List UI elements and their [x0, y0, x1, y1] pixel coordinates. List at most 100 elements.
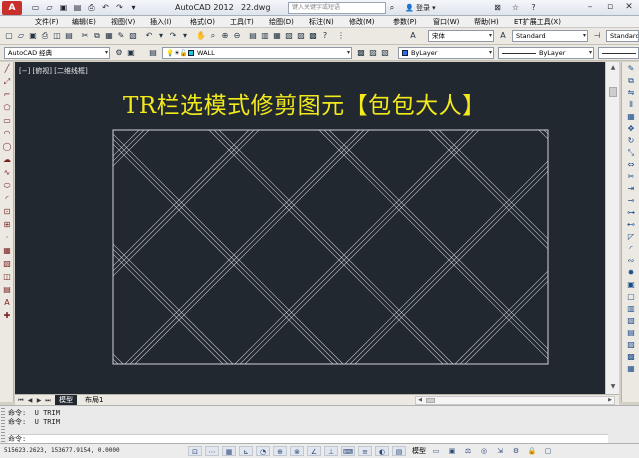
polyline-icon[interactable]: ⌐: [1, 89, 13, 100]
text-style-icon[interactable]: A: [408, 31, 418, 41]
search-input[interactable]: 键入关键字或短语: [288, 2, 386, 14]
erase-icon[interactable]: ✎: [624, 63, 638, 74]
horizontal-scroll-thumb[interactable]: [426, 398, 435, 403]
scroll-down-icon[interactable]: ▼: [608, 382, 618, 392]
menu-dimension[interactable]: 标注(N): [309, 17, 334, 27]
stretch-icon[interactable]: ⇔: [624, 159, 638, 170]
toolbar-lock-icon[interactable]: 🔒: [526, 446, 538, 456]
make-block-icon[interactable]: ⊞: [1, 219, 13, 230]
menu-help[interactable]: 帮助(H): [474, 17, 499, 27]
menu-modify[interactable]: 修改(M): [349, 17, 375, 27]
draw-order-icon[interactable]: ▤: [624, 327, 638, 338]
properties-small-icon[interactable]: ▩: [624, 351, 638, 362]
qat-dropdown-icon[interactable]: ▾: [128, 2, 139, 13]
rotate-icon[interactable]: ↻: [624, 135, 638, 146]
dim-style-select[interactable]: Standard: [606, 30, 639, 42]
line-icon[interactable]: ╱: [1, 63, 13, 74]
object-snap-icon[interactable]: ⊕: [273, 446, 287, 456]
infer-constraints-icon[interactable]: ⊡: [188, 446, 202, 456]
dim-style-icon[interactable]: ⊣: [592, 31, 602, 41]
circle-icon[interactable]: ◯: [1, 141, 13, 152]
hatch-edit-icon[interactable]: ▧: [624, 315, 638, 326]
drawing-canvas[interactable]: [−] [俯视] [二维线框] TR栏选模式修剪图元【包包大人】: [15, 62, 605, 394]
login-button[interactable]: 👤 登录 ▾: [405, 2, 436, 14]
zoom-realtime-icon[interactable]: ⌕: [208, 31, 218, 41]
qnew-icon[interactable]: ▢: [4, 31, 14, 41]
text-style-select[interactable]: Standard ▾: [512, 30, 588, 42]
scroll-right-icon[interactable]: ▶: [606, 397, 614, 404]
dynamic-input-icon[interactable]: ⌨: [341, 446, 355, 456]
cut-icon[interactable]: ✂: [80, 31, 90, 41]
annotation-scale-icon[interactable]: ⚖: [462, 446, 474, 456]
offset-icon[interactable]: ⫴: [624, 99, 638, 110]
last-tab-icon[interactable]: ⏭: [44, 396, 52, 405]
revision-cloud-icon[interactable]: ☁: [1, 154, 13, 165]
next-tab-icon[interactable]: ▶: [35, 396, 43, 405]
zoom-window-icon[interactable]: ⊕: [220, 31, 230, 41]
annotation-visibility-icon[interactable]: ◎: [478, 446, 490, 456]
tool-palettes-icon[interactable]: ▦: [272, 31, 282, 41]
workspace-switching-icon[interactable]: ⚙: [510, 446, 522, 456]
workspace-settings-icon[interactable]: ⚙: [114, 48, 124, 58]
zoom-previous-icon[interactable]: ⊖: [232, 31, 242, 41]
ellipse-arc-icon[interactable]: ◜: [1, 193, 13, 204]
layer-properties-icon[interactable]: ▤: [148, 48, 158, 58]
menu-insert[interactable]: 插入(I): [150, 17, 172, 27]
ortho-mode-icon[interactable]: ⊾: [239, 446, 253, 456]
undo-dropdown-icon[interactable]: ▾: [156, 31, 166, 41]
new-file-icon[interactable]: ▭: [30, 2, 41, 13]
command-input[interactable]: 命令:: [8, 434, 608, 443]
redo-toolbar-icon[interactable]: ↷: [168, 31, 178, 41]
menu-tools[interactable]: 工具(T): [230, 17, 254, 27]
horizontal-scrollbar[interactable]: ◀ ▶: [415, 396, 615, 405]
menu-window[interactable]: 窗口(W): [433, 17, 459, 27]
arc-icon[interactable]: ◠: [1, 128, 13, 139]
linetype-select[interactable]: ByLayer ▾: [498, 47, 594, 59]
menu-express-tools[interactable]: ET扩展工具(X): [514, 17, 561, 27]
mirror-icon[interactable]: ⇋: [624, 87, 638, 98]
exchange-icon[interactable]: ⊠: [492, 2, 503, 13]
command-window-grip[interactable]: [1, 408, 5, 442]
mtext-icon[interactable]: A: [1, 297, 13, 308]
close-button[interactable]: ✕: [619, 0, 639, 15]
sheet-set-icon[interactable]: ▧: [284, 31, 294, 41]
print-icon[interactable]: ⎙: [86, 2, 97, 13]
undo-icon[interactable]: ↶: [100, 2, 111, 13]
first-tab-icon[interactable]: ⏮: [17, 396, 25, 405]
open-icon[interactable]: ▱: [16, 31, 26, 41]
search-icon[interactable]: ⌕: [387, 2, 397, 14]
move-icon[interactable]: ✥: [624, 123, 638, 134]
polygon-icon[interactable]: ⬠: [1, 102, 13, 113]
copy-icon[interactable]: ⧉: [92, 31, 102, 41]
3d-object-snap-icon[interactable]: ⊗: [290, 446, 304, 456]
open-file-icon[interactable]: ▱: [44, 2, 55, 13]
point-icon[interactable]: ·: [1, 232, 13, 243]
layer-state-icon[interactable]: ▧: [380, 48, 390, 58]
menu-file[interactable]: 文件(F): [35, 17, 59, 27]
design-center-icon[interactable]: ▥: [260, 31, 270, 41]
lineweight-select[interactable]: [598, 47, 639, 59]
measure-icon[interactable]: ▦: [624, 363, 638, 374]
lineweight-icon[interactable]: ≡: [358, 446, 372, 456]
menu-view[interactable]: 视图(V): [111, 17, 135, 27]
font-select[interactable]: 宋体 ▾: [428, 30, 494, 42]
ellipse-icon[interactable]: ⬭: [1, 180, 13, 191]
vertical-scroll-thumb[interactable]: [609, 87, 617, 97]
prev-tab-icon[interactable]: ◀: [26, 396, 34, 405]
properties-icon[interactable]: ▤: [248, 31, 258, 41]
redo-dropdown-icon[interactable]: ▾: [180, 31, 190, 41]
break-at-point-icon[interactable]: ⊸: [624, 195, 638, 206]
menu-draw[interactable]: 绘图(D): [269, 17, 294, 27]
gradient-icon[interactable]: ▧: [1, 258, 13, 269]
markup-icon[interactable]: ▨: [296, 31, 306, 41]
clean-screen-icon[interactable]: ▢: [542, 446, 554, 456]
fillet-icon[interactable]: ◜: [624, 243, 638, 254]
blend-curves-icon[interactable]: ∾: [624, 255, 638, 266]
make-current-layer-icon[interactable]: ▩: [356, 48, 366, 58]
vertical-scrollbar[interactable]: ▲ ▼: [605, 62, 619, 394]
plot-preview-icon[interactable]: ◫: [52, 31, 62, 41]
viewport-controls-label[interactable]: [−] [俯视] [二维线框]: [19, 66, 88, 76]
rectangle-icon[interactable]: ▭: [1, 115, 13, 126]
quickcalc-icon[interactable]: ▩: [308, 31, 318, 41]
group-icon[interactable]: ▣: [624, 279, 638, 290]
